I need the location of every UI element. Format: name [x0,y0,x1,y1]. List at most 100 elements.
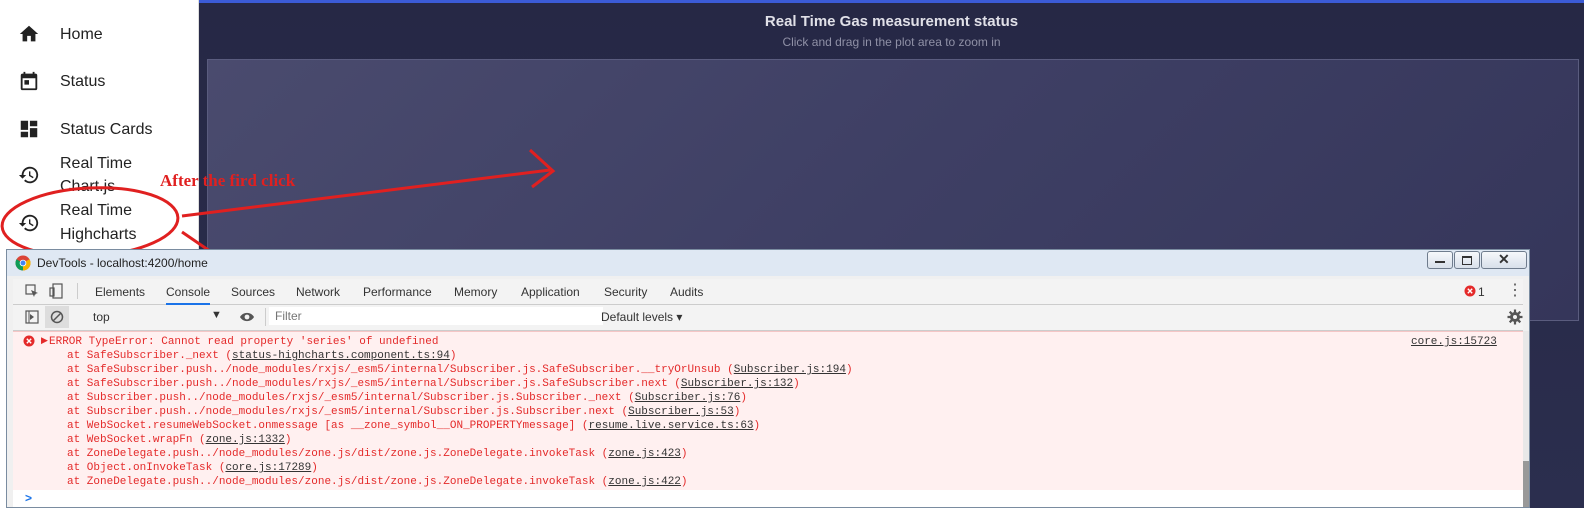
stack-frame-link[interactable]: zone.js:1332 [206,434,285,446]
stack-frame-text: at WebSocket.resumeWebSocket.onmessage [… [67,420,589,432]
sidebar-item-label: Home [60,25,103,43]
sidebar-item-label-line2: Highcharts [60,226,137,243]
divider [265,308,266,326]
dashboard-icon [20,120,38,138]
stack-frame-link[interactable]: Subscriber.js:194 [734,364,846,376]
error-source-link[interactable]: core.js:15723 [1411,335,1497,349]
stack-line: at Object.onInvokeTask (core.js:17289) [67,461,318,475]
more-options-icon[interactable]: ⋮ [1507,280,1523,300]
stack-frame-text: at SafeSubscriber._next ( [67,350,233,362]
chart-title: Real Time Gas measurement status [764,13,1019,30]
chrome-icon [15,255,31,271]
error-count-badge[interactable]: 1 [1478,285,1485,299]
sidebar-item-label: Status [60,72,106,90]
clear-console-button[interactable] [45,306,69,328]
sidebar-item-realtime-highcharts[interactable]: Real Time Highcharts [0,199,198,247]
stack-frame-text: at SafeSubscriber.push../node_modules/rx… [67,378,681,390]
stack-frame-text: at ZoneDelegate.push../node_modules/zone… [67,448,609,460]
maximize-button[interactable] [1454,251,1480,269]
minimize-icon [1435,261,1445,263]
stack-frame-text: at SafeSubscriber.push../node_modules/rx… [67,364,734,376]
tab-network[interactable]: Network [296,285,340,299]
stack-line: at Subscriber.push../node_modules/rxjs/_… [67,405,740,419]
stack-frame-text: at WebSocket.wrapFn ( [67,434,206,446]
stack-frame-link[interactable]: Subscriber.js:132 [681,378,793,390]
tab-console[interactable]: Console [166,285,211,305]
sidebar-item-label-line1: Real Time [60,202,133,219]
devtools-titlebar[interactable]: DevTools - localhost:4200/home ✕ [7,250,1529,276]
history-icon [18,166,39,184]
tab-memory[interactable]: Memory [454,285,497,299]
stack-frame-link[interactable]: zone.js:423 [608,448,681,460]
caret-down-icon: ▾ [676,310,683,324]
divider [77,283,78,299]
sidebar-item-status-cards[interactable]: Status Cards [0,117,198,141]
device-toolbar-icon[interactable] [49,283,63,299]
stack-line: at ZoneDelegate.push../node_modules/zone… [67,447,688,461]
devtools-tabbar: Elements Console Sources Network Perform… [13,279,1523,305]
stack-frame-link[interactable]: Subscriber.js:53 [628,406,734,418]
gear-icon[interactable] [1507,309,1523,325]
stack-frame-link[interactable]: zone.js:422 [608,476,681,488]
stack-frame-link[interactable]: core.js:17289 [225,462,311,474]
sidebar-item-home[interactable]: Home [0,22,198,46]
context-select[interactable]: top ▼ [75,307,225,327]
stack-frame-tail: ) [753,420,761,432]
close-icon: ✕ [1498,251,1510,267]
minimize-button[interactable] [1427,251,1453,269]
stack-line: at WebSocket.wrapFn (zone.js:1332) [67,433,291,447]
console-output: ▶ ERROR TypeError: Cannot read property … [13,331,1523,490]
error-icon [1464,285,1476,297]
stack-frame-link[interactable]: Subscriber.js:76 [635,392,741,404]
scrollbar-thumb[interactable] [1523,461,1529,507]
tab-elements[interactable]: Elements [95,285,145,299]
stack-line: at ZoneDelegate.push../node_modules/zone… [67,475,688,489]
stack-frame-tail: ) [845,364,853,376]
console-scrollbar[interactable] [1523,331,1529,507]
sidebar-item-status[interactable]: Status [0,69,198,93]
context-value: top [93,310,110,324]
stack-frame-link[interactable]: status-highcharts.component.ts:94 [232,350,450,362]
calendar-icon [20,71,38,91]
tab-sources[interactable]: Sources [231,285,275,299]
sidebar-item-label: Status Cards [60,120,153,138]
tab-application[interactable]: Application [521,285,580,299]
filter-input[interactable] [269,307,603,325]
stack-frame-link[interactable]: resume.live.service.ts:63 [589,420,754,432]
stack-frame-tail: ) [449,350,457,362]
stack-frame-text: at Subscriber.push../node_modules/rxjs/_… [67,392,635,404]
close-button[interactable]: ✕ [1481,251,1527,269]
history-icon [18,214,39,232]
prompt-chevron-icon: > [25,491,33,505]
stack-line: at WebSocket.resumeWebSocket.onmessage [… [67,419,760,433]
tab-performance[interactable]: Performance [363,285,432,299]
stack-frame-tail: ) [740,392,747,404]
error-message: ERROR TypeError: Cannot read property 's… [49,336,439,348]
tab-audits[interactable]: Audits [670,285,703,299]
expand-triangle-icon[interactable]: ▶ [41,335,48,346]
sidebar-item-label-line1: Real Time [60,155,133,172]
stack-frame-tail: ) [733,406,741,418]
sidebar-item-label-line2: Chart.js [60,178,116,195]
eye-icon[interactable] [239,311,255,323]
home-icon [19,25,39,42]
stack-line: at SafeSubscriber._next (status-highchar… [67,349,456,363]
sidebar-toggle-icon[interactable] [25,310,39,324]
devtools-window: DevTools - localhost:4200/home ✕ Element… [6,249,1530,508]
inspect-icon[interactable] [25,284,39,298]
console-prompt[interactable]: > [13,490,1523,507]
clear-icon [50,310,64,324]
chevron-down-icon: ▼ [211,309,222,321]
stack-frame-text: at Subscriber.push../node_modules/rxjs/_… [67,406,629,418]
stack-frame-tail: ) [311,462,318,474]
chart-subtitle: Click and drag in the plot area to zoom … [782,35,1001,49]
stack-line: at SafeSubscriber.push../node_modules/rx… [67,363,853,377]
log-levels-select[interactable]: Default levels ▾ [601,310,682,324]
maximize-icon [1462,256,1472,265]
annotation-text: After the fird click [160,171,296,190]
log-levels-label: Default levels [601,310,674,324]
stack-line: at SafeSubscriber.push../node_modules/rx… [67,377,800,391]
stack-frame-text: at ZoneDelegate.push../node_modules/zone… [67,476,609,488]
stack-frame-tail: ) [680,476,688,488]
tab-security[interactable]: Security [604,285,647,299]
